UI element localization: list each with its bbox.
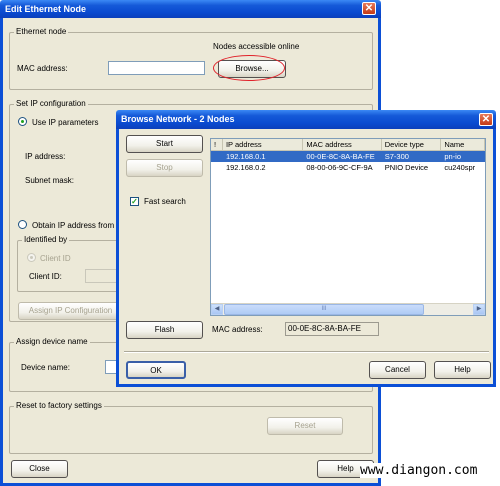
client-id-label: Client ID: (29, 272, 62, 281)
row-ip: 192.168.0.1 (225, 152, 266, 161)
browse-dialog-title: Browse Network - 2 Nodes (121, 114, 235, 124)
fast-search-checkbox[interactable]: ✓ (130, 197, 139, 206)
browse-help-button[interactable]: Help (434, 361, 491, 379)
table-row[interactable]: 192.168.0.1 00-0E-8C-8A-BA-FE S7-300 pn-… (211, 151, 485, 162)
row-type: PNIO Device (384, 163, 429, 172)
device-name-group-label: Assign device name (14, 337, 90, 346)
identified-by-label: Identified by (22, 235, 70, 244)
ethernet-node-group-label: Ethernet node (14, 27, 69, 36)
table-row[interactable]: 192.168.0.2 08-00-06-9C-CF-9A PNIO Devic… (211, 162, 485, 173)
column-mac-address[interactable]: MAC address (303, 139, 382, 150)
row-name: pn-io (444, 152, 461, 161)
factory-reset-group-label: Reset to factory settings (14, 401, 104, 410)
node-list[interactable]: ! IP address MAC address Device type Nam… (210, 138, 486, 316)
column-name[interactable]: Name (441, 139, 485, 150)
flash-button[interactable]: Flash (126, 321, 203, 339)
ip-config-group-label: Set IP configuration (14, 99, 88, 108)
client-id-radio-label: Client ID (40, 254, 71, 263)
row-flag (211, 162, 223, 173)
scroll-left-icon[interactable]: ◀ (211, 304, 223, 315)
main-window-title: Edit Ethernet Node (5, 4, 87, 14)
subnet-mask-label: Subnet mask: (25, 176, 74, 185)
dialog-separator (124, 351, 489, 353)
main-window-close-icon[interactable]: ✕ (362, 2, 376, 15)
fast-search-label: Fast search (144, 197, 186, 206)
browse-highlight-ellipse (213, 55, 285, 81)
cancel-button[interactable]: Cancel (369, 361, 426, 379)
scroll-right-icon[interactable]: ▶ (473, 304, 485, 315)
row-mac: 00-0E-8C-8A-BA-FE (306, 152, 375, 161)
browse-dialog: Start Stop ✓ Fast search ! IP address MA… (116, 129, 496, 387)
browse-mac-field: 00-0E-8C-8A-BA-FE (285, 322, 379, 336)
mac-address-label: MAC address: (17, 64, 68, 73)
close-button[interactable]: Close (11, 460, 68, 478)
start-button[interactable]: Start (126, 135, 203, 153)
browse-dialog-close-icon[interactable]: ✕ (479, 113, 493, 126)
use-ip-radio[interactable] (18, 117, 27, 126)
browse-mac-label: MAC address: (212, 325, 263, 334)
reset-button[interactable]: Reset (267, 417, 343, 435)
row-name: cu240spr (444, 163, 476, 172)
row-mac: 08-00-06-9C-CF-9A (306, 163, 373, 172)
client-id-radio[interactable] (27, 253, 36, 262)
assign-ip-button[interactable]: Assign IP Configuration (18, 302, 123, 320)
scroll-thumb[interactable]: III (224, 304, 424, 315)
browse-dialog-titlebar: Browse Network - 2 Nodes (116, 110, 496, 129)
row-ip: 192.168.0.2 (225, 163, 266, 172)
node-list-header: ! IP address MAC address Device type Nam… (211, 139, 485, 151)
column-flag[interactable]: ! (211, 139, 223, 150)
column-ip-address[interactable]: IP address (223, 139, 304, 150)
column-device-type[interactable]: Device type (382, 139, 442, 150)
stop-button[interactable]: Stop (126, 159, 203, 177)
scroll-thumb-grip: III (321, 306, 327, 312)
use-ip-label: Use IP parameters (32, 118, 99, 127)
watermark-text: www.diangon.com (360, 463, 478, 478)
main-window-titlebar: Edit Ethernet Node (0, 0, 381, 18)
horizontal-scrollbar[interactable]: ◀ III ▶ (211, 303, 485, 315)
row-flag (211, 151, 223, 162)
obtain-ip-label: Obtain IP address from a (32, 221, 121, 230)
nodes-online-label: Nodes accessible online (213, 42, 300, 51)
row-type: S7-300 (384, 152, 409, 161)
ip-address-label: IP address: (25, 152, 66, 161)
ok-button[interactable]: OK (126, 361, 186, 379)
device-name-label: Device name: (21, 363, 70, 372)
obtain-ip-radio[interactable] (18, 220, 27, 229)
mac-address-input[interactable] (108, 61, 205, 75)
